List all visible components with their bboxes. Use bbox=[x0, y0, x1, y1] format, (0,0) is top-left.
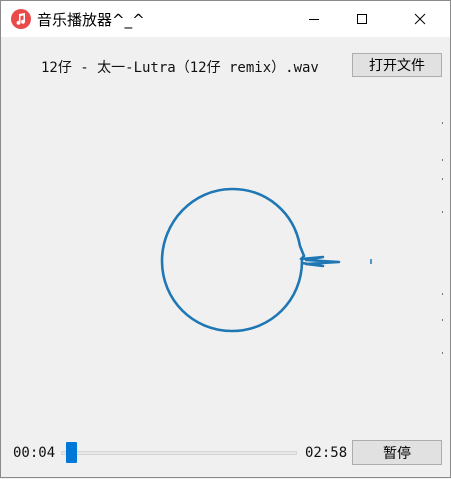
close-icon bbox=[414, 13, 426, 25]
slider-track bbox=[61, 451, 297, 455]
edge-mark bbox=[442, 122, 443, 124]
open-file-button[interactable]: 打开文件 bbox=[352, 53, 442, 77]
edge-mark bbox=[442, 159, 443, 161]
current-time: 00:04 bbox=[13, 445, 56, 461]
visualizer-circle bbox=[160, 187, 341, 333]
progress-slider[interactable] bbox=[61, 441, 297, 465]
music-note-icon bbox=[11, 9, 31, 29]
window-title: 音乐播放器^_^ bbox=[37, 11, 145, 29]
maximize-button[interactable] bbox=[339, 1, 385, 37]
edge-mark bbox=[442, 293, 443, 295]
edge-mark bbox=[442, 319, 443, 321]
edge-mark bbox=[442, 178, 443, 180]
total-time: 02:58 bbox=[305, 445, 348, 461]
title-bar: 音乐播放器^_^ bbox=[1, 1, 450, 37]
minimize-icon bbox=[308, 13, 320, 25]
music-player-window: 音乐播放器^_^ 12仔 - 太一-Lutra（12仔 remix）.wav 打… bbox=[0, 0, 451, 478]
close-button[interactable] bbox=[397, 1, 443, 37]
edge-mark bbox=[442, 211, 443, 213]
edge-mark bbox=[442, 352, 443, 354]
maximize-icon bbox=[356, 13, 368, 25]
minimize-button[interactable] bbox=[291, 1, 337, 37]
current-file-name: 12仔 - 太一-Lutra（12仔 remix）.wav bbox=[41, 60, 319, 76]
pause-button[interactable]: 暂停 bbox=[352, 440, 442, 465]
slider-handle[interactable] bbox=[65, 442, 77, 463]
